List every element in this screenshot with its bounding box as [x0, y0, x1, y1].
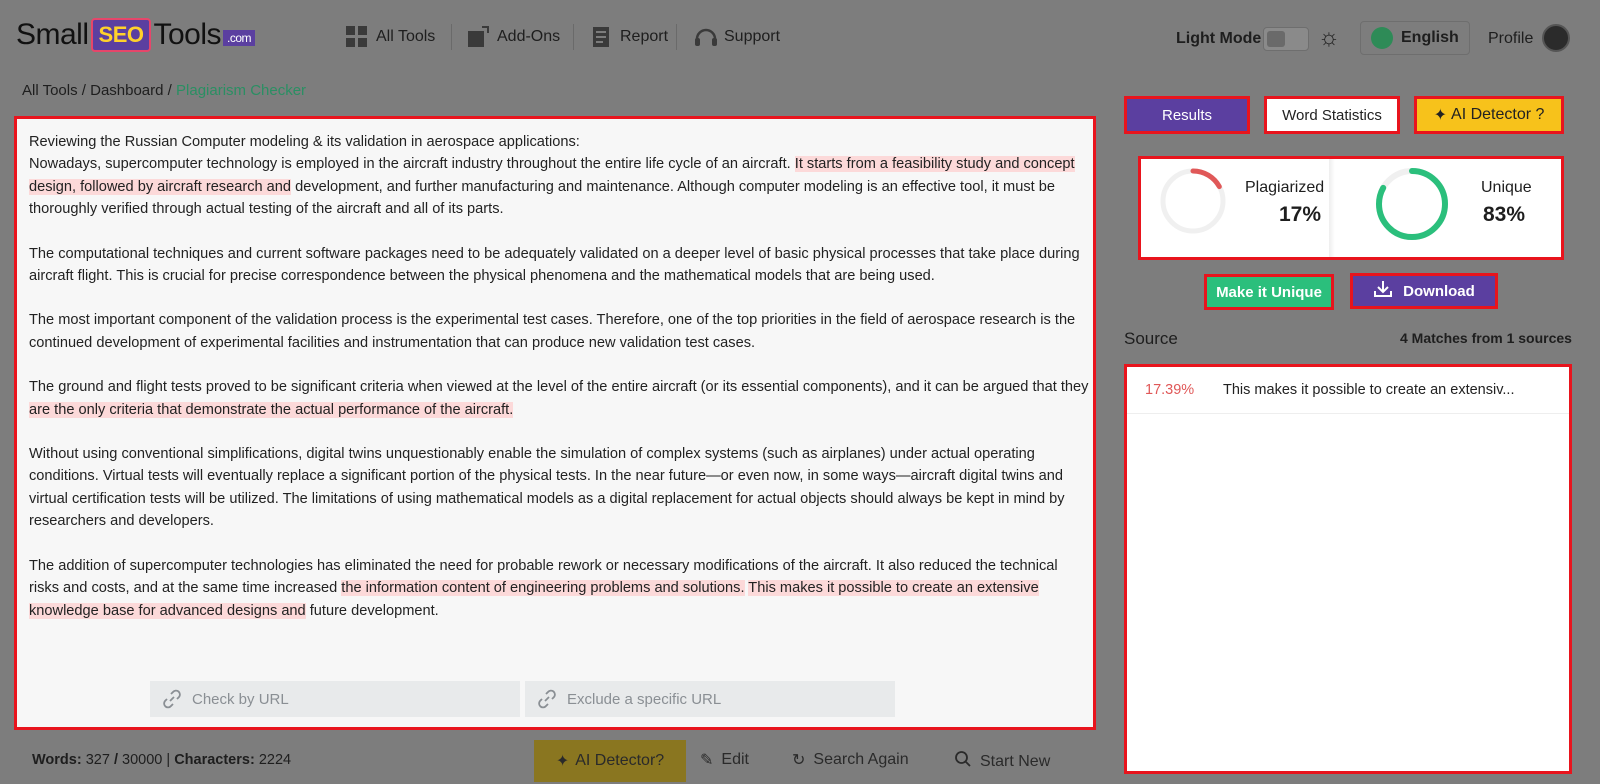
theme-toggle[interactable] — [1263, 27, 1309, 51]
grid-icon — [346, 26, 368, 48]
editor-paragraph: The ground and flight tests proved to be… — [29, 379, 1089, 418]
breadcrumb: All Tools / Dashboard / Plagiarism Check… — [22, 82, 307, 99]
tab-ai-detector[interactable]: ✦ AI Detector ? — [1414, 96, 1564, 134]
matches-label: 4 Matches from 1 sources — [1400, 330, 1572, 346]
footer-ai-detector-button[interactable]: ✦ AI Detector? — [534, 740, 686, 782]
sparkle-icon: ✦ — [1433, 107, 1448, 124]
plagiarized-label: Plagiarized — [1245, 179, 1325, 196]
edit-button[interactable]: ✎ Edit — [700, 750, 749, 770]
word-limit: 30000 — [122, 752, 163, 768]
nav-divider — [573, 24, 574, 50]
globe-icon — [1371, 27, 1393, 49]
download-button[interactable]: Download — [1350, 273, 1498, 309]
char-count: 2224 — [258, 752, 292, 768]
plagiarized-value: 17% — [1279, 203, 1322, 226]
word-count: 327 — [85, 752, 110, 768]
logo-tools: Tools — [153, 18, 222, 51]
word-char-stats: Words: 327 / 30000 | Characters: 2224 — [32, 752, 292, 768]
source-snippet: This makes it possible to create an exte… — [1223, 382, 1515, 398]
unique-value: 83% — [1483, 203, 1526, 226]
exclude-url-placeholder: Exclude a specific URL — [567, 690, 722, 708]
light-mode-label: Light Mode — [1176, 30, 1262, 47]
language-selector[interactable]: English — [1360, 21, 1470, 55]
nav-divider — [451, 24, 452, 50]
plagiarized-highlight: the information content of engineering p… — [341, 580, 745, 597]
editor-paragraph: The computational techniques and current… — [29, 245, 1080, 285]
source-match-percent: 17.39% — [1145, 382, 1195, 398]
plagiarized-highlight: are the only criteria that demonstrate t… — [29, 401, 514, 418]
tab-word-statistics[interactable]: Word Statistics — [1264, 96, 1400, 134]
site-logo[interactable]: Small SEO Tools .com — [16, 18, 256, 52]
search-icon — [954, 750, 972, 773]
download-icon — [1373, 280, 1393, 302]
breadcrumb-all-tools[interactable]: All Tools — [22, 82, 78, 99]
score-panel: Plagiarized 17% Unique 83% — [1138, 156, 1564, 260]
editor-paragraph: The addition of supercomputer technologi… — [29, 557, 1058, 619]
breadcrumb-current: Plagiarism Checker — [176, 82, 307, 99]
editor-paragraph: The most important component of the vali… — [29, 312, 1076, 351]
editor-title-line: Reviewing the Russian Computer modeling … — [29, 134, 580, 150]
source-label: Source — [1124, 329, 1178, 348]
score-divider — [1329, 159, 1335, 257]
text-editor[interactable]: Reviewing the Russian Computer modeling … — [14, 116, 1096, 730]
link-icon — [537, 689, 557, 709]
profile-label[interactable]: Profile — [1488, 30, 1533, 48]
check-url-placeholder: Check by URL — [192, 690, 289, 708]
source-list: 17.39% This makes it possible to create … — [1124, 364, 1572, 774]
tab-results[interactable]: Results — [1124, 96, 1250, 134]
search-again-button[interactable]: ↻ Search Again — [792, 750, 909, 770]
editor-content[interactable]: Reviewing the Russian Computer modeling … — [29, 131, 1089, 644]
link-icon — [162, 689, 182, 709]
unique-label: Unique — [1481, 179, 1532, 196]
nav-all-tools[interactable]: All Tools — [346, 25, 435, 49]
nav-add-ons[interactable]: Add-Ons — [467, 25, 560, 49]
start-new-button[interactable]: Start New — [954, 750, 1050, 773]
avatar[interactable] — [1542, 24, 1570, 52]
sparkle-icon: ✦ — [555, 753, 570, 770]
nav-report[interactable]: Report — [590, 25, 668, 49]
editor-paragraph: Nowadays, supercomputer technology is em… — [29, 156, 1075, 218]
editor-paragraph: Without using conventional simplificatio… — [29, 446, 1065, 530]
addon-icon — [467, 26, 489, 48]
nav-label: Add-Ons — [497, 28, 561, 45]
list-item[interactable]: 17.39% This makes it possible to create … — [1127, 367, 1569, 414]
headset-icon — [694, 26, 717, 48]
refresh-icon: ↻ — [792, 752, 806, 769]
pencil-icon: ✎ — [700, 752, 714, 769]
breadcrumb-dashboard[interactable]: Dashboard — [90, 82, 163, 99]
nav-label: Support — [724, 28, 781, 45]
logo-com: .com — [223, 30, 256, 46]
check-url-input[interactable]: Check by URL — [150, 681, 520, 717]
language-label: English — [1401, 29, 1459, 46]
nav-label: All Tools — [376, 28, 436, 45]
logo-small: Small — [16, 18, 89, 51]
sun-icon[interactable]: ☼ — [1318, 24, 1340, 52]
plagiarized-donut — [1160, 168, 1226, 234]
exclude-url-input[interactable]: Exclude a specific URL — [525, 681, 895, 717]
nav-support[interactable]: Support — [694, 25, 780, 49]
logo-seo: SEO — [90, 18, 152, 52]
nav-divider — [676, 24, 677, 50]
make-unique-button[interactable]: Make it Unique — [1204, 274, 1334, 310]
unique-donut — [1376, 168, 1448, 240]
nav-label: Report — [620, 28, 669, 45]
report-icon — [590, 26, 612, 48]
